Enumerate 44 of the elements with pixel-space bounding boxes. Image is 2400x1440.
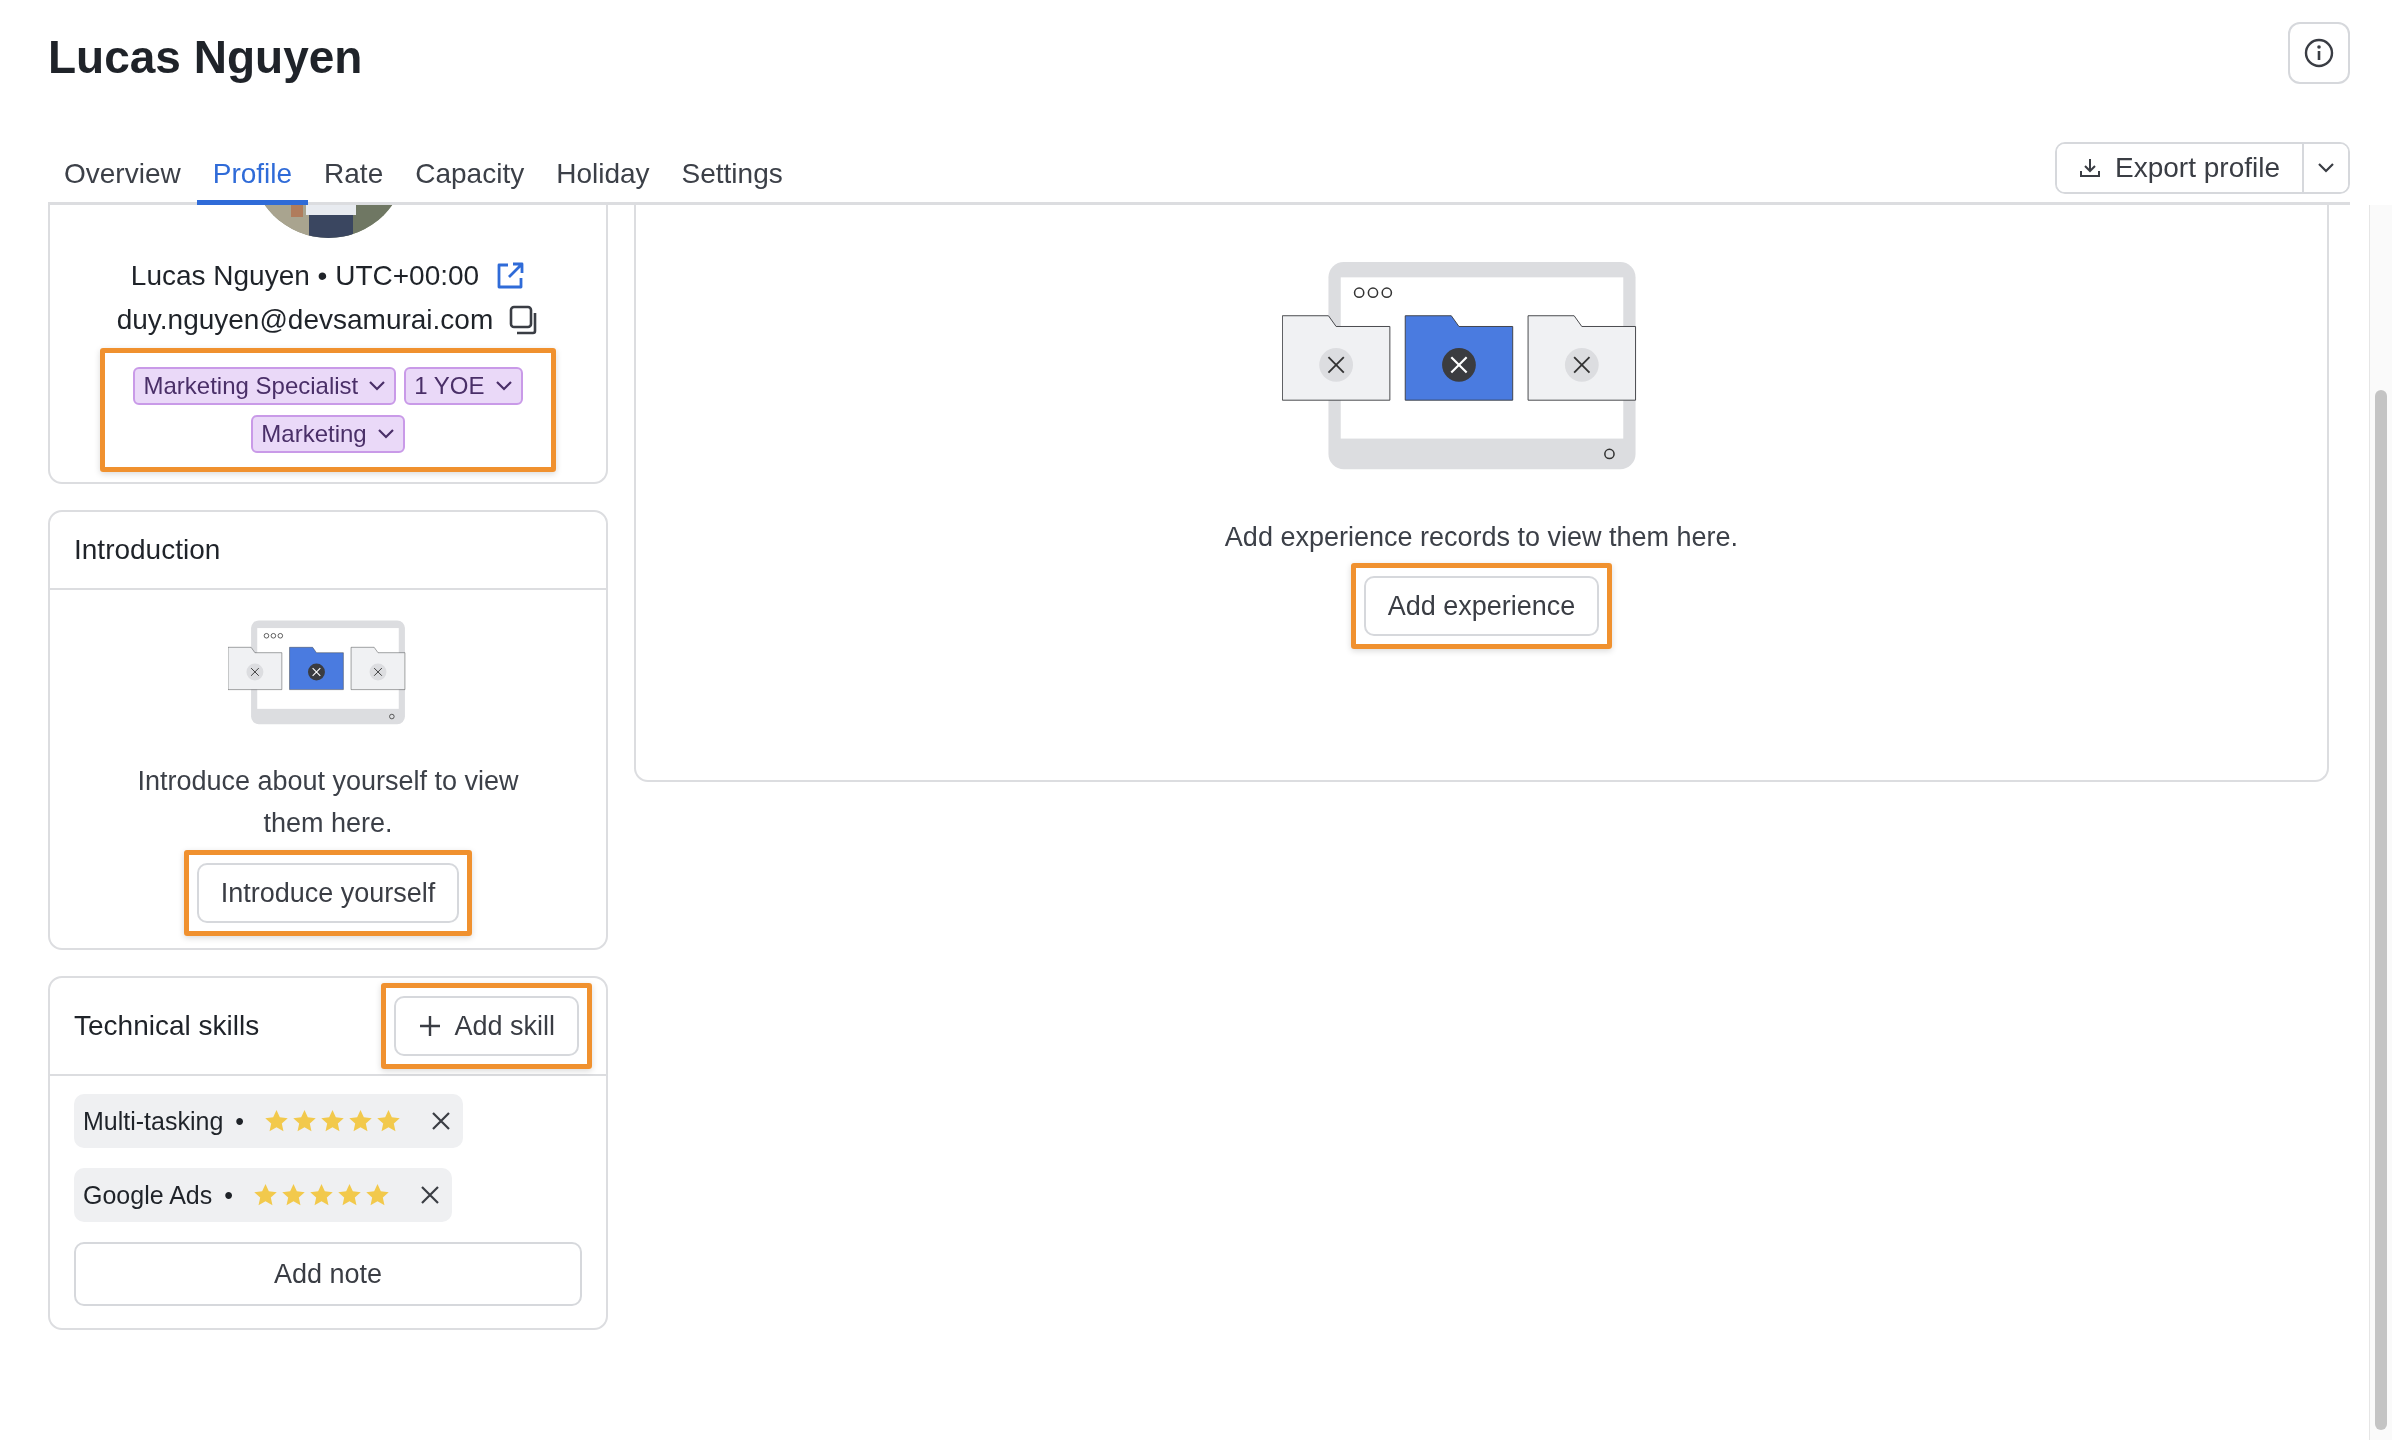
- separator-dot: •: [224, 1180, 234, 1210]
- external-link-icon[interactable]: [495, 261, 526, 291]
- star-icon: [292, 1109, 318, 1133]
- tab[interactable]: Settings: [665, 158, 799, 205]
- separator-dot: •: [235, 1106, 245, 1136]
- star-icon: [376, 1109, 402, 1133]
- tab[interactable]: Holiday: [540, 158, 666, 205]
- chevron-down-icon: [2317, 162, 2335, 174]
- close-icon[interactable]: [431, 1111, 452, 1131]
- page-title: Lucas Nguyen: [48, 30, 363, 84]
- chevron-down-icon: [494, 380, 513, 392]
- star-icon: [348, 1109, 374, 1133]
- star-icon: [309, 1183, 335, 1207]
- star-icon: [365, 1183, 391, 1207]
- star-icon: [253, 1183, 279, 1207]
- tab[interactable]: Overview: [48, 158, 197, 205]
- star-icon: [320, 1109, 346, 1133]
- tag-dropdown[interactable]: Marketing: [251, 415, 405, 453]
- scrollbar[interactable]: [2369, 205, 2392, 1440]
- download-icon: [2079, 157, 2102, 179]
- empty-message: Introduce about yourself to view them here.: [136, 765, 520, 840]
- email: duy.nguyen@devsamurai.com: [116, 304, 494, 336]
- empty-message: Add experience records to view them here.: [1224, 522, 1739, 553]
- card-title: Technical skills: [74, 1010, 260, 1042]
- tag-dropdown[interactable]: Marketing Specialist: [133, 367, 397, 405]
- tab[interactable]: Rate: [308, 158, 400, 205]
- tab[interactable]: Capacity: [399, 158, 541, 205]
- skill-name: Google Ads: [83, 1180, 213, 1210]
- name-timezone: Lucas Nguyen • UTC+00:00: [130, 260, 480, 292]
- introduce-yourself-button[interactable]: Introduce yourself: [196, 863, 460, 923]
- info-icon[interactable]: [2288, 22, 2350, 84]
- star-icon: [281, 1183, 307, 1207]
- card-title: Introduction: [74, 534, 221, 566]
- close-icon[interactable]: [420, 1185, 441, 1205]
- add-note-button[interactable]: Add note: [74, 1242, 582, 1306]
- tag-dropdown[interactable]: 1 YOE: [404, 367, 523, 405]
- add-skill-button[interactable]: Add skill: [394, 996, 579, 1056]
- star-icon: [337, 1183, 363, 1207]
- chevron-down-icon: [376, 428, 395, 440]
- skill-name: Multi-tasking: [83, 1106, 224, 1136]
- add-experience-button[interactable]: Add experience: [1363, 576, 1600, 636]
- star-icon: [264, 1109, 290, 1133]
- plus-icon: [418, 1014, 443, 1038]
- chevron-down-icon: [368, 380, 387, 392]
